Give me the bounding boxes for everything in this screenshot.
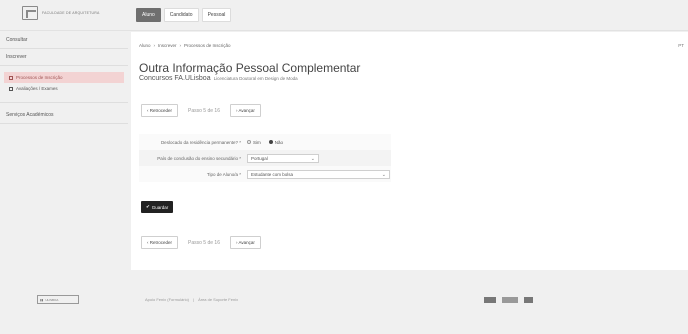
step-indicator-bottom: Passo 5 de 16 <box>188 239 220 246</box>
back-button[interactable]: ‹ Retroceder <box>141 104 179 117</box>
page-subtitle: Concursos FA.ULisboa Licenciatura Doutor… <box>139 75 298 82</box>
sidebar-item-inscrever[interactable]: Inscrever <box>0 49 128 66</box>
pais-select-value: Portugal <box>251 155 268 161</box>
tab-aluno[interactable]: Aluno <box>136 8 161 22</box>
sidebar-item-label: Processos de Inscrição <box>16 75 63 80</box>
sidebar-item-servicos-academicos[interactable]: Serviços Académicos <box>0 107 128 124</box>
radio-checked-icon[interactable] <box>268 140 273 145</box>
form-row-residencia: Deslocado da residência permanente? * Si… <box>139 134 391 150</box>
tipo-aluno-select[interactable]: Estudante com bolsa ⌄ <box>247 169 390 179</box>
sidebar-submenu: Processos de Inscrição Avaliações / Exam… <box>0 66 128 103</box>
language-selector[interactable]: PT <box>678 43 684 48</box>
tipo-aluno-label: Tipo de Aluno/a * <box>206 171 241 177</box>
save-button[interactable]: ✔ Guardar <box>141 201 174 213</box>
grid-icon <box>9 75 13 80</box>
tipo-aluno-select-value: Estudante com bolsa <box>251 171 294 177</box>
sidebar-item-label: Avaliações / Exames <box>16 86 58 91</box>
page-title: Outra Informação Pessoal Complementar <box>139 61 361 75</box>
tab-candidato[interactable]: Candidato <box>163 8 199 22</box>
tab-pessoal[interactable]: Pessoal <box>201 8 232 22</box>
ulisboa-logo[interactable]: ▮▮ ULISBOA <box>37 295 79 304</box>
check-icon: ✔ <box>146 204 150 209</box>
footer-link-suporte[interactable]: Área de Suporte Fenix <box>198 297 238 302</box>
footer-separator: | <box>193 297 195 302</box>
chevron-down-icon: ⌄ <box>381 171 386 178</box>
complementary-info-form: Deslocado da residência permanente? * Si… <box>139 134 391 182</box>
main-content: Aluno › Inscrever › Processos de Inscriç… <box>131 32 688 270</box>
residencia-sim-option[interactable]: Sim <box>247 140 261 145</box>
breadcrumb-aluno[interactable]: Aluno <box>139 43 151 48</box>
sidebar-item-avaliacoes-exames[interactable]: Avaliações / Exames <box>4 83 124 94</box>
partner-logo-icon[interactable] <box>484 297 496 303</box>
partner-logo-icon[interactable] <box>524 297 533 303</box>
sidebar: Consultar Inscrever Processos de Inscriç… <box>0 32 128 270</box>
footer-link-apoio[interactable]: Apoio Fenix (Formulário) <box>145 297 189 302</box>
subtitle-main: Concursos FA.ULisboa <box>139 75 211 82</box>
grid-icon <box>9 86 13 91</box>
pais-select[interactable]: Portugal ⌄ <box>247 153 319 163</box>
residencia-radio-group: Sim Não <box>247 140 283 145</box>
ulisboa-logo-icon: ▮▮ <box>40 297 44 302</box>
sidebar-item-consultar[interactable]: Consultar <box>0 32 128 49</box>
back-button-bottom[interactable]: ‹ Retroceder <box>141 236 179 249</box>
residencia-nao-option[interactable]: Não <box>268 140 283 145</box>
radio-icon[interactable] <box>247 140 251 145</box>
top-bar: FACULDADE DE ARQUITETURA Aluno Candidato… <box>0 0 688 31</box>
form-row-tipo-aluno: Tipo de Aluno/a * Estudante com bolsa ⌄ <box>139 166 391 182</box>
step-navigation-top: ‹ Retroceder Passo 5 de 16 › Avançar <box>141 104 261 117</box>
next-button-bottom[interactable]: › Avançar <box>229 236 261 249</box>
partner-logo-icon[interactable] <box>502 297 518 303</box>
faculty-logo-text: FACULDADE DE ARQUITETURA <box>42 11 100 15</box>
breadcrumb-processos[interactable]: Processos de Inscrição <box>184 43 231 48</box>
faculty-logo[interactable]: FACULDADE DE ARQUITETURA <box>22 6 100 20</box>
sidebar-item-processos-inscricao[interactable]: Processos de Inscrição <box>4 72 124 83</box>
footer: ▮▮ ULISBOA Apoio Fenix (Formulário) | Ár… <box>0 275 688 334</box>
footer-links: Apoio Fenix (Formulário) | Área de Supor… <box>145 297 238 302</box>
step-indicator: Passo 5 de 16 <box>188 107 220 114</box>
chevron-down-icon: ⌄ <box>310 155 315 162</box>
next-button[interactable]: › Avançar <box>229 104 261 117</box>
breadcrumb-inscrever[interactable]: Inscrever <box>158 43 177 48</box>
faculty-logo-icon <box>22 6 38 20</box>
subtitle-program: Licenciatura Doutoral em Design de Moda <box>213 76 298 81</box>
breadcrumb: Aluno › Inscrever › Processos de Inscriç… <box>139 43 231 48</box>
form-row-pais: País de conclusão do ensino secundário *… <box>139 150 391 166</box>
footer-partner-logos <box>484 297 533 303</box>
residencia-label: Deslocado da residência permanente? * <box>160 139 241 145</box>
top-tabs: Aluno Candidato Pessoal <box>136 8 232 22</box>
step-navigation-bottom: ‹ Retroceder Passo 5 de 16 › Avançar <box>141 236 261 249</box>
pais-label: País de conclusão do ensino secundário * <box>157 155 241 161</box>
